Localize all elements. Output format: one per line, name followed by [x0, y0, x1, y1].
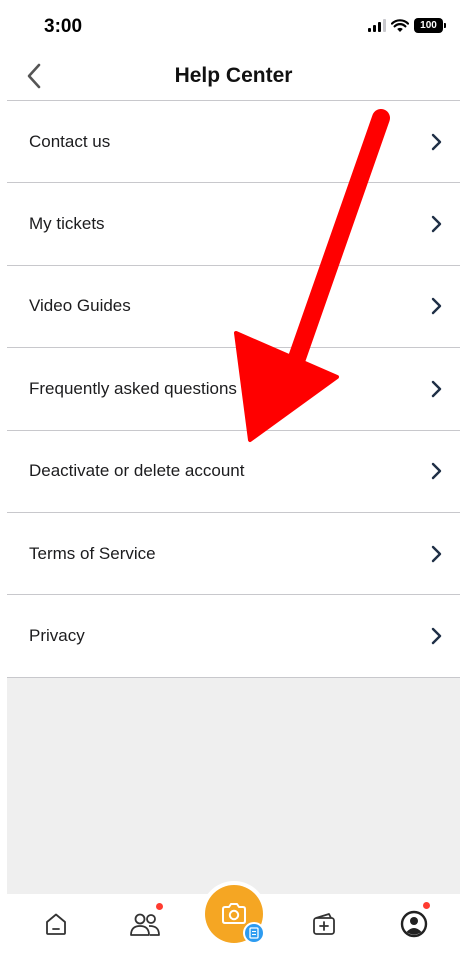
chevron-right-icon	[431, 627, 442, 645]
camera-icon	[222, 903, 246, 924]
nav-header: Help Center	[7, 54, 460, 101]
chevron-right-icon	[431, 298, 442, 315]
add-card-icon	[313, 913, 335, 935]
menu-item-label: Deactivate or delete account	[29, 461, 245, 481]
receipt-icon	[249, 927, 259, 939]
chevron-right-icon	[431, 545, 442, 562]
menu-item-contact-us[interactable]: Contact us	[7, 101, 460, 184]
status-icons: 100	[368, 18, 446, 33]
receipt-badge	[243, 922, 265, 944]
menu-item-privacy[interactable]: Privacy	[7, 595, 460, 678]
menu-item-label: Video Guides	[29, 296, 131, 316]
page-title: Help Center	[174, 64, 293, 87]
menu-item-deactivate-delete-account[interactable]: Deactivate or delete account	[7, 430, 460, 513]
help-menu-list: Contact us My tickets Video Guides Frequ…	[7, 101, 460, 678]
tab-home[interactable]	[34, 902, 78, 946]
menu-item-my-tickets[interactable]: My tickets	[7, 183, 460, 266]
menu-item-faq[interactable]: Frequently asked questions	[7, 348, 460, 431]
menu-item-terms-of-service[interactable]: Terms of Service	[7, 512, 460, 596]
wifi-icon	[391, 18, 409, 32]
battery-level: 100	[420, 20, 437, 31]
friends-icon	[130, 913, 160, 936]
chevron-right-icon	[431, 133, 442, 150]
signal-icon	[368, 19, 386, 32]
notification-dot	[423, 902, 430, 909]
menu-item-label: Privacy	[29, 626, 85, 646]
chevron-right-icon	[431, 380, 442, 398]
app-screen: 3:00 100 Help Center Contact us My ticke…	[7, 0, 460, 956]
status-time: 3:00	[44, 16, 83, 37]
chevron-right-icon	[431, 463, 442, 480]
menu-item-video-guides[interactable]: Video Guides	[7, 265, 460, 349]
home-icon	[46, 913, 66, 935]
empty-content-area	[7, 678, 460, 894]
chevron-right-icon	[431, 215, 442, 233]
menu-item-label: Contact us	[29, 131, 111, 151]
notification-dot	[156, 903, 163, 910]
tab-profile[interactable]	[392, 902, 436, 946]
tab-add-card[interactable]	[303, 902, 347, 946]
battery-icon: 100	[414, 18, 446, 33]
menu-item-label: Terms of Service	[29, 543, 156, 563]
menu-item-label: Frequently asked questions	[29, 378, 237, 398]
menu-item-label: My tickets	[29, 214, 105, 234]
tab-friends[interactable]	[123, 902, 167, 946]
profile-icon	[400, 910, 428, 938]
status-bar: 3:00 100	[7, 0, 460, 54]
